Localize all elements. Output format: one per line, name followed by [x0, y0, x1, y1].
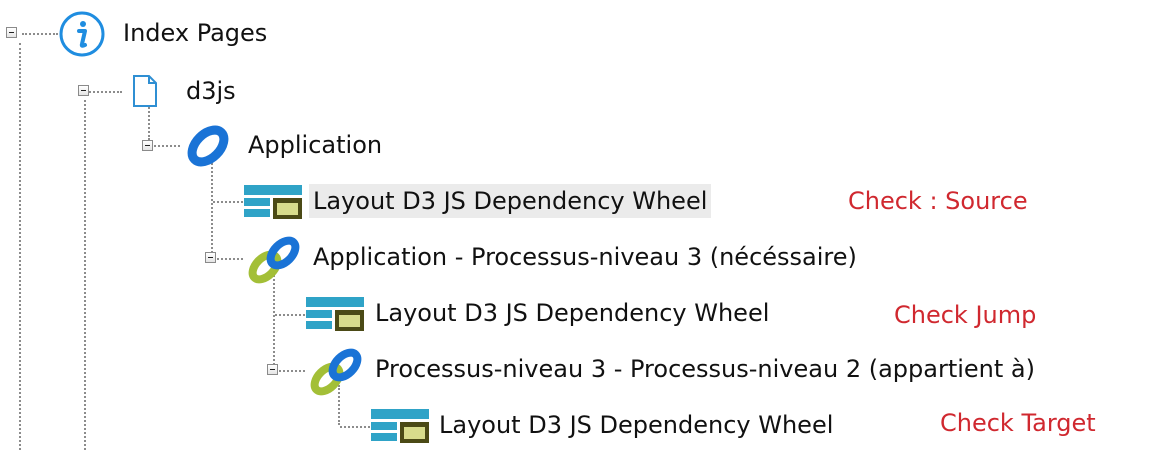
tree-item-d3js[interactable]: d3js	[182, 74, 240, 108]
tree-item-relation-1[interactable]: Application - Processus-niveau 3 (nécéss…	[309, 240, 861, 274]
tree-branch-line	[22, 33, 58, 35]
chain-link-icon	[310, 348, 362, 396]
note-check-source: Check : Source	[848, 187, 1028, 215]
tree-guide-line	[19, 43, 21, 450]
collapse-toggle-relation-1[interactable]	[205, 252, 216, 263]
collapse-toggle-relation-2[interactable]	[267, 364, 278, 375]
tree-item-layout-source[interactable]: Layout D3 JS Dependency Wheel	[309, 184, 712, 218]
tree-guide-line	[211, 160, 213, 260]
tree-view: Index Pages d3js Application Layout D3 J…	[0, 0, 1153, 450]
tree-branch-line	[86, 91, 122, 93]
note-check-target: Check Target	[940, 409, 1096, 437]
tree-guide-line	[273, 272, 275, 372]
tree-branch-line	[275, 370, 305, 372]
info-icon	[59, 11, 105, 57]
collapse-toggle-index-pages[interactable]	[6, 27, 17, 38]
tree-item-layout-jump[interactable]: Layout D3 JS Dependency Wheel	[371, 296, 773, 330]
tree-branch-line	[275, 314, 305, 316]
tree-guide-line	[84, 100, 86, 450]
collapse-toggle-application[interactable]	[142, 140, 153, 151]
tree-branch-line	[150, 145, 180, 147]
page-icon	[133, 75, 157, 107]
tree-item-relation-2[interactable]: Processus-niveau 3 - Processus-niveau 2 …	[371, 352, 1039, 386]
layout-icon	[244, 185, 302, 219]
tree-item-layout-target[interactable]: Layout D3 JS Dependency Wheel	[435, 408, 837, 442]
tree-item-index-pages[interactable]: Index Pages	[119, 16, 271, 50]
note-check-jump: Check Jump	[894, 301, 1037, 329]
tree-branch-line	[213, 201, 243, 203]
tree-branch-line	[340, 426, 370, 428]
tree-branch-line	[213, 258, 243, 260]
chain-link-icon	[248, 236, 300, 284]
layout-icon	[306, 297, 364, 331]
collapse-toggle-d3js[interactable]	[78, 85, 89, 96]
tree-item-application[interactable]: Application	[244, 128, 386, 162]
layout-icon	[371, 409, 429, 443]
link-icon	[187, 125, 229, 167]
